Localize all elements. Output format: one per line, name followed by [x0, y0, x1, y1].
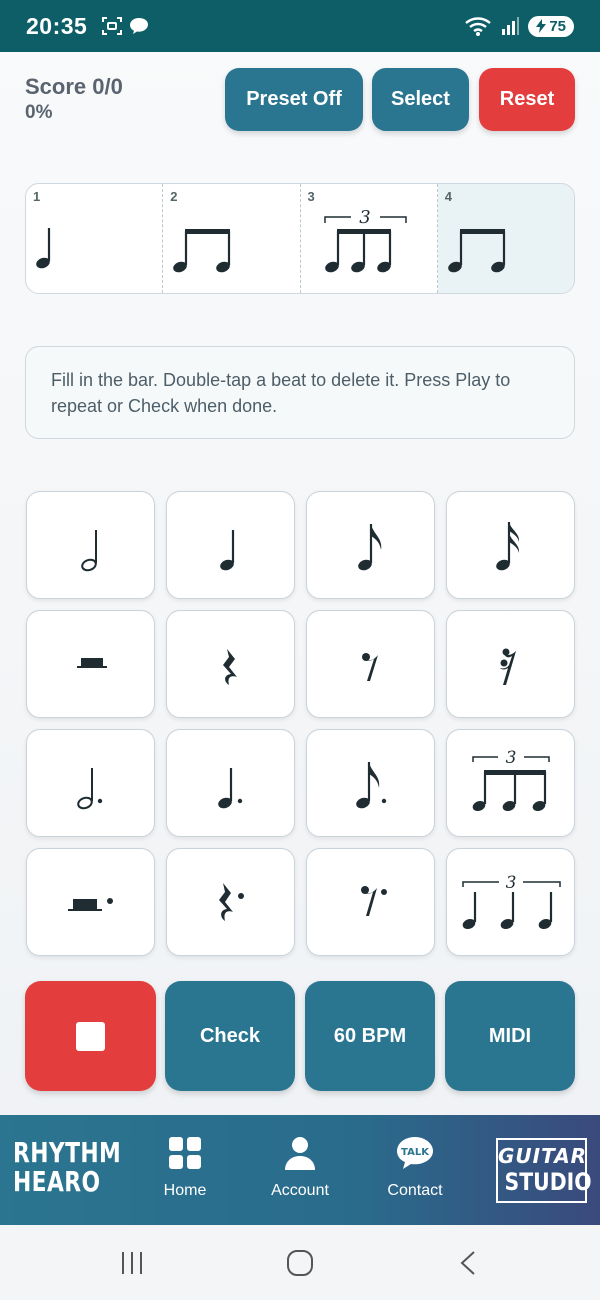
- status-notification-icons: [101, 16, 149, 36]
- quarter-rest-icon: [223, 649, 237, 685]
- nav-contact[interactable]: TALK Contact: [360, 1135, 470, 1200]
- palette-eighth-rest[interactable]: [306, 610, 435, 718]
- palette-quarter-note[interactable]: [166, 491, 295, 599]
- wifi-icon: [465, 17, 492, 36]
- charging-bolt-icon: [536, 19, 547, 33]
- system-navigation-bar: [0, 1225, 600, 1300]
- palette-half-rest[interactable]: [26, 610, 155, 718]
- sixteenth-note-icon: [496, 522, 520, 571]
- score-label: Score 0/0: [25, 74, 123, 99]
- palette-dotted-eighth-rest[interactable]: [306, 848, 435, 956]
- palette-sixteenth-note[interactable]: [446, 491, 575, 599]
- app-logo-line2: HEARO: [13, 1165, 101, 1198]
- palette-eighth-triplet[interactable]: 3: [446, 729, 575, 837]
- eighth-rest-icon: [362, 653, 378, 681]
- palette-quarter-rest[interactable]: [166, 610, 295, 718]
- quarter-note-icon: [36, 228, 51, 269]
- status-bar: 20:35 75: [0, 0, 600, 52]
- nav-home-label: Home: [163, 1182, 207, 1199]
- eighth-note-icon: [358, 524, 382, 571]
- signal-icon: [502, 17, 520, 35]
- guitar-studio-logo-line1: GUITAR: [498, 1144, 588, 1168]
- beat-slot-1[interactable]: 1: [26, 184, 164, 293]
- sixteenth-rest-icon: [500, 648, 516, 685]
- nav-home[interactable]: Home: [130, 1135, 240, 1200]
- palette-dotted-quarter-note[interactable]: [166, 729, 295, 837]
- two-eighth-notes-icon: [173, 229, 231, 273]
- eighth-triplet-icon: 3: [472, 748, 550, 812]
- palette-dotted-half-note[interactable]: [26, 729, 155, 837]
- dotted-quarter-rest-icon: [219, 883, 244, 921]
- two-eighth-notes-icon: [447, 229, 505, 273]
- eighth-triplet-icon: 3: [323, 207, 407, 273]
- nav-contact-label: Contact: [387, 1182, 443, 1199]
- nav-account[interactable]: Account: [245, 1135, 355, 1200]
- back-icon[interactable]: [456, 1249, 480, 1277]
- beat-slot-4[interactable]: 4: [437, 184, 574, 293]
- app-logo-line1: RHYTHM: [13, 1136, 122, 1169]
- palette-dotted-eighth-note[interactable]: [306, 729, 435, 837]
- half-rest-icon: [77, 658, 107, 668]
- talk-bubble-label: TALK: [401, 1147, 430, 1158]
- palette-half-note[interactable]: [26, 491, 155, 599]
- quarter-note-icon: [220, 530, 235, 571]
- half-note-icon: [81, 530, 97, 572]
- beat-slot-3[interactable]: 3 3: [301, 184, 438, 293]
- tuplet-number: 3: [506, 873, 517, 893]
- palette-eighth-note[interactable]: [306, 491, 435, 599]
- palette-sixteenth-rest[interactable]: [446, 610, 575, 718]
- instructions-panel: Fill in the bar. Double-tap a beat to de…: [25, 346, 575, 439]
- dotted-eighth-note-icon: [356, 762, 387, 809]
- palette-dotted-half-rest[interactable]: [26, 848, 155, 956]
- select-button[interactable]: Select: [372, 68, 469, 131]
- preset-toggle-button[interactable]: Preset Off: [225, 68, 363, 131]
- beat-slot-2[interactable]: 2: [163, 184, 301, 293]
- score-percent: 0%: [25, 102, 53, 123]
- app-logo: RHYTHM HEARO: [13, 1138, 121, 1196]
- tuplet-number: 3: [359, 207, 370, 228]
- dotted-half-note-icon: [77, 768, 103, 810]
- user-icon: [285, 1137, 315, 1170]
- dotted-eighth-rest-icon: [361, 886, 387, 916]
- guitar-studio-logo: GUITAR STUDIO: [496, 1138, 592, 1203]
- check-button[interactable]: Check: [165, 981, 295, 1091]
- rhythm-measure: 1 2 3 3 4: [25, 183, 575, 294]
- stop-icon: [76, 1021, 105, 1051]
- palette-quarter-triplet[interactable]: 3: [446, 848, 575, 956]
- tempo-button[interactable]: 60 BPM: [305, 981, 435, 1091]
- stop-button[interactable]: [25, 981, 156, 1091]
- talk-bubble-icon: TALK: [397, 1137, 433, 1169]
- dotted-half-rest-icon: [68, 898, 113, 911]
- reset-button[interactable]: Reset: [479, 68, 575, 131]
- score-panel: Score 0/0 0%: [25, 74, 123, 124]
- tuplet-number: 3: [506, 748, 517, 768]
- status-time: 20:35: [26, 12, 88, 39]
- palette-dotted-quarter-rest[interactable]: [166, 848, 295, 956]
- chat-bubble-icon: [130, 18, 149, 34]
- screenshot-icon: [102, 17, 123, 35]
- nav-account-label: Account: [271, 1182, 329, 1199]
- midi-button[interactable]: MIDI: [445, 981, 575, 1091]
- recent-apps-icon[interactable]: [118, 1249, 146, 1277]
- grid-icon: [169, 1137, 201, 1169]
- dotted-quarter-note-icon: [218, 768, 243, 809]
- guitar-studio-logo-line2: STUDIO: [504, 1168, 592, 1196]
- quarter-triplet-icon: 3: [462, 873, 561, 930]
- home-circle-icon[interactable]: [286, 1249, 314, 1277]
- battery-level: 75: [549, 17, 566, 35]
- battery-indicator: 75: [528, 15, 574, 37]
